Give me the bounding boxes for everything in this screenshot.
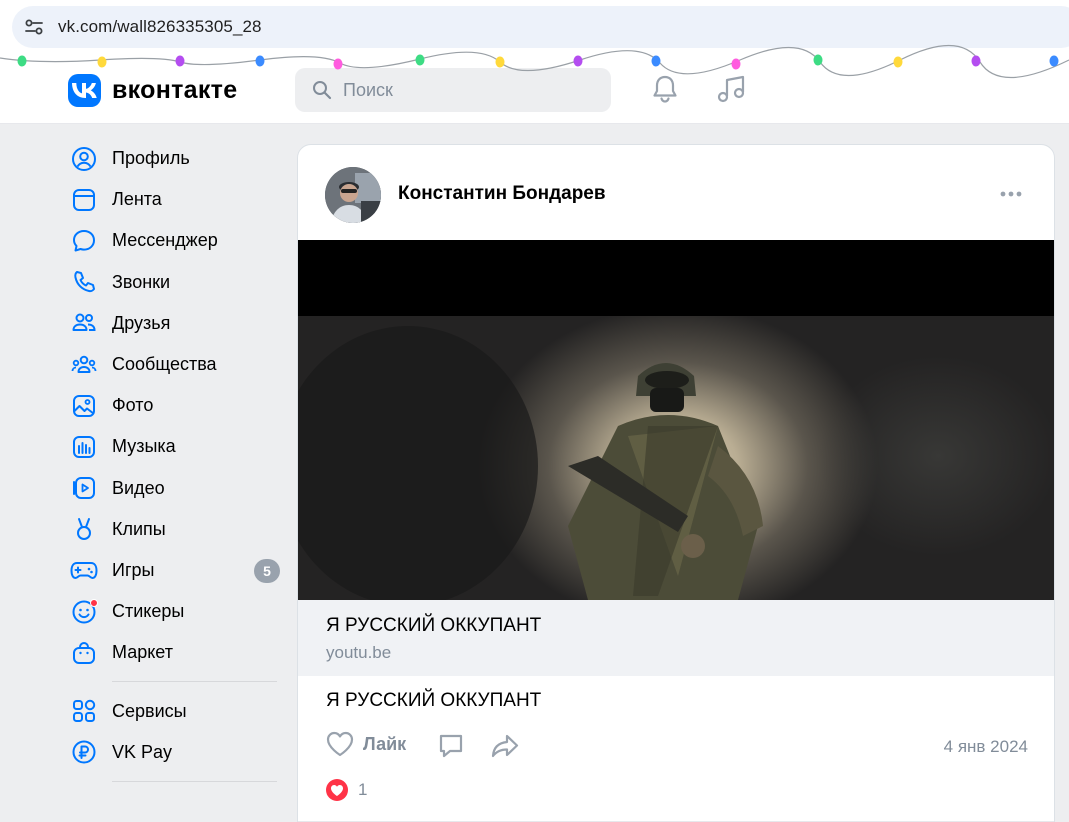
new-stickers-dot: [90, 598, 98, 607]
reactions-summary[interactable]: 1: [326, 779, 367, 801]
sidebar-item-label: VK Pay: [112, 741, 173, 762]
sidebar-item-label: Маркет: [112, 642, 173, 663]
sidebar-item-label: Стикеры: [112, 601, 185, 622]
sidebar-item-label: Лента: [112, 189, 162, 210]
sidebar-item-feed[interactable]: Лента: [68, 179, 280, 220]
feed-icon: [70, 186, 98, 214]
link-attachment[interactable]: Я РУССКИЙ ОККУПАНТ youtu.be: [298, 600, 1054, 676]
sidebar-item-photo[interactable]: Фото: [68, 385, 280, 426]
sidebar-item-label: Клипы: [112, 518, 166, 539]
sidebar-item-profile[interactable]: Профиль: [68, 138, 280, 179]
sidebar-item-calls[interactable]: Звонки: [68, 262, 280, 303]
comment-icon[interactable]: [438, 733, 464, 759]
sidebar-item-communities[interactable]: Сообщества: [68, 344, 280, 385]
sidebar-item-label: Видео: [112, 477, 165, 498]
sidebar-item-label: Игры: [112, 559, 155, 580]
share-icon[interactable]: [491, 733, 519, 759]
video-icon: [70, 474, 98, 502]
stickers-icon: [70, 598, 98, 626]
sidebar-item-video[interactable]: Видео: [68, 468, 280, 509]
author-avatar[interactable]: [325, 167, 381, 223]
services-icon: [70, 697, 98, 725]
sidebar-item-label: Звонки: [112, 271, 171, 292]
search-icon: [313, 81, 332, 100]
video-preview[interactable]: [298, 240, 1054, 600]
link-domain: youtu.be: [326, 643, 392, 662]
games-icon: [70, 556, 98, 584]
sidebar-item-label: Фото: [112, 395, 154, 416]
sidebar-item-market[interactable]: Маркет: [68, 632, 280, 673]
like-button[interactable]: Лайк: [326, 731, 406, 757]
sidebar-item-label: Друзья: [112, 312, 171, 333]
sidebar-item-games[interactable]: Игры 5: [68, 550, 280, 591]
site-settings-icon[interactable]: [24, 17, 44, 37]
clips-icon: [70, 515, 98, 543]
reactions-count: 1: [358, 780, 368, 799]
profile-icon: [70, 145, 98, 173]
sidebar-item-stickers[interactable]: Стикеры: [68, 591, 280, 632]
left-sidebar: Профиль Лента Мессенджер Звонки Друзья С…: [68, 138, 280, 790]
browser-address-bar: vk.com/wall826335305_28: [0, 0, 1069, 56]
music-icon: [70, 433, 98, 461]
sidebar-divider: [112, 681, 277, 683]
search-input[interactable]: [343, 76, 593, 104]
link-title[interactable]: Я РУССКИЙ ОККУПАНТ: [326, 615, 541, 637]
more-options-icon[interactable]: [1000, 191, 1022, 197]
market-icon: [70, 639, 98, 667]
sidebar-item-label: Мессенджер: [112, 230, 218, 251]
communities-icon: [70, 351, 98, 379]
sidebar-item-label: Сообщества: [112, 354, 217, 375]
vk-header: вконтакте: [0, 56, 1069, 124]
post-date[interactable]: 4 янв 2024: [944, 737, 1028, 757]
sidebar-item-clips[interactable]: Клипы: [68, 509, 280, 550]
sidebar-item-friends[interactable]: Друзья: [68, 303, 280, 344]
vk-logo-icon[interactable]: [68, 74, 101, 107]
sidebar-item-label: Музыка: [112, 436, 176, 457]
phone-icon: [70, 268, 98, 296]
search-box[interactable]: [295, 68, 611, 112]
post-author-name[interactable]: Константин Бондарев: [398, 183, 606, 205]
friends-icon: [70, 309, 98, 337]
post-card: Константин Бондарев Я РУССКИЙ ОККУПАНТ y…: [297, 144, 1055, 822]
url-text[interactable]: vk.com/wall826335305_28: [58, 17, 262, 37]
like-label: Лайк: [363, 733, 407, 754]
sidebar-item-label: Профиль: [112, 148, 190, 169]
sidebar-item-label: Сервисы: [112, 700, 187, 721]
messenger-icon: [70, 227, 98, 255]
brand-name[interactable]: вконтакте: [112, 76, 237, 105]
photo-icon: [70, 392, 98, 420]
sidebar-divider: [112, 780, 277, 782]
sidebar-item-messenger[interactable]: Мессенджер: [68, 220, 280, 261]
sidebar-item-services[interactable]: Сервисы: [68, 690, 280, 731]
heart-reaction-icon: [326, 779, 348, 801]
video-thumbnail[interactable]: [298, 316, 1054, 600]
vkpay-icon: [70, 738, 98, 766]
music-player-icon[interactable]: [716, 74, 746, 104]
games-count-badge: 5: [254, 558, 280, 583]
heart-icon: [326, 731, 354, 757]
post-text: Я РУССКИЙ ОККУПАНТ: [326, 690, 542, 711]
sidebar-item-music[interactable]: Музыка: [68, 426, 280, 467]
sidebar-item-vkpay[interactable]: VK Pay: [68, 732, 280, 773]
notifications-bell-icon[interactable]: [651, 74, 679, 104]
post-actions: Лайк 4 янв 2024: [326, 731, 1028, 761]
